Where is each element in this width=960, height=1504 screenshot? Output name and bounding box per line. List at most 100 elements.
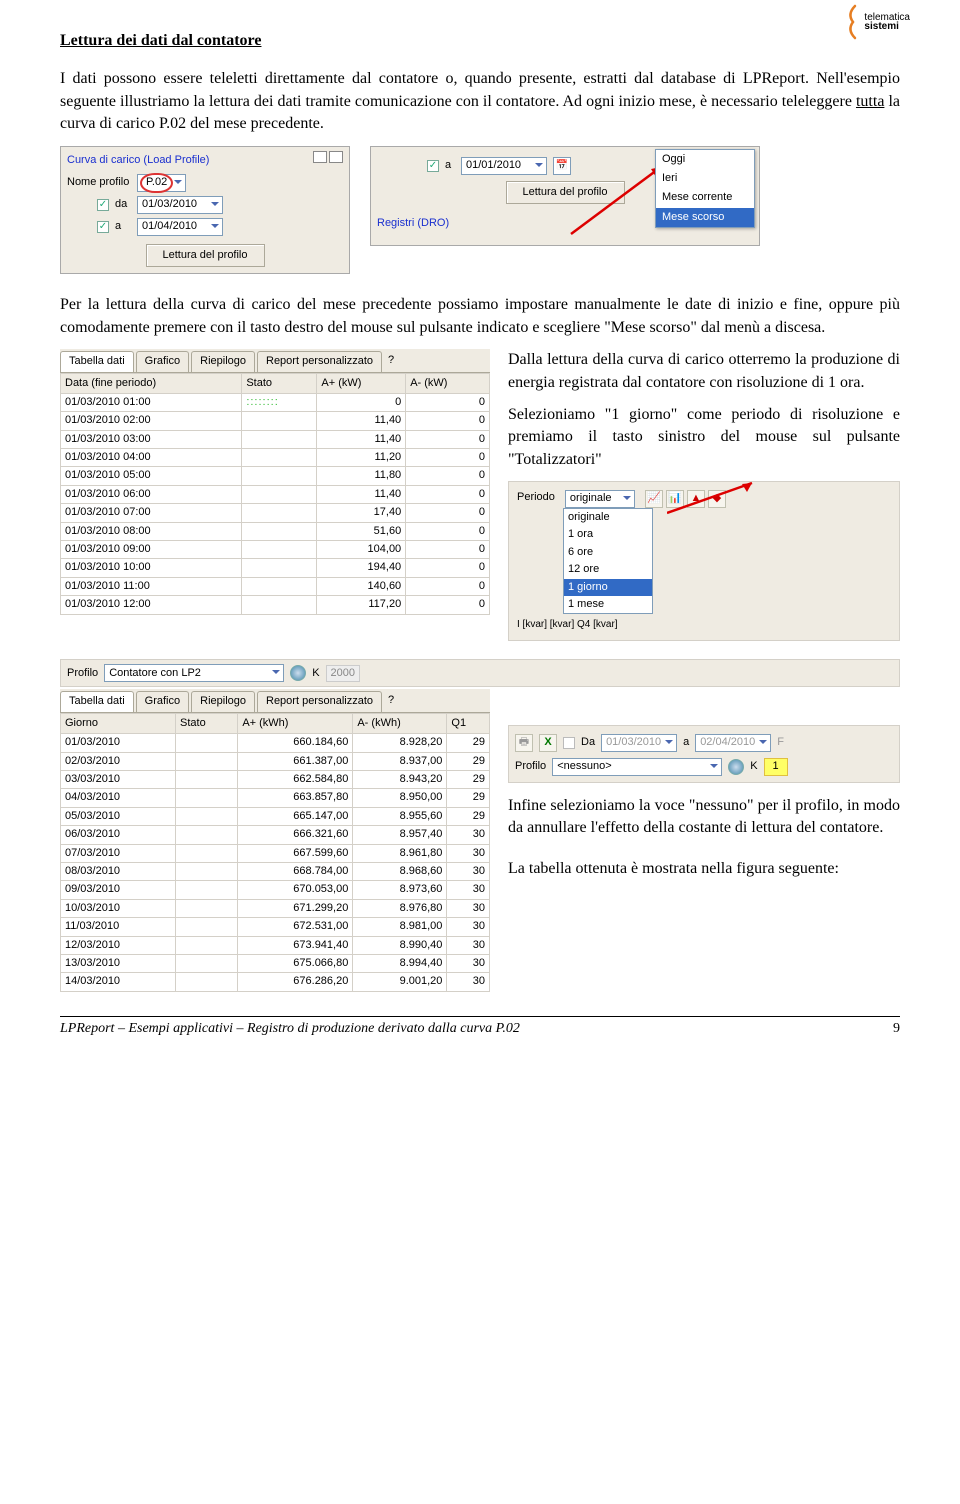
a-label-3: a bbox=[683, 735, 689, 750]
col-data[interactable]: Data (fine periodo) bbox=[61, 373, 242, 393]
globe-icon[interactable] bbox=[290, 665, 306, 681]
table-row[interactable]: 12/03/2010673.941,408.990,4030 bbox=[61, 936, 490, 954]
screenshot-periodo-panel: Periodo originale 📈 📊 ▲ ◆ originale 1 or… bbox=[508, 481, 900, 641]
opt-1giorno[interactable]: 1 giorno bbox=[564, 579, 652, 596]
tab-report-2[interactable]: Report personalizzato bbox=[257, 691, 382, 711]
periodo-footer: I [kvar] [kvar] Q4 [kvar] bbox=[517, 618, 891, 632]
table-row[interactable]: 04/03/2010663.857,808.950,0029 bbox=[61, 789, 490, 807]
table-row[interactable]: 09/03/2010670.053,008.973,6030 bbox=[61, 881, 490, 899]
col-stato[interactable]: Stato bbox=[242, 373, 317, 393]
tab-report[interactable]: Report personalizzato bbox=[257, 351, 382, 371]
opt-12ore[interactable]: 12 ore bbox=[564, 561, 652, 578]
profilo-select[interactable]: Contatore con LP2 bbox=[104, 664, 284, 682]
table-row[interactable]: 05/03/2010665.147,008.955,6029 bbox=[61, 807, 490, 825]
help-icon-2[interactable]: ? bbox=[384, 691, 398, 711]
tab-grafico-2[interactable]: Grafico bbox=[136, 691, 189, 711]
tab-grafico[interactable]: Grafico bbox=[136, 351, 189, 371]
menu-mese-scorso[interactable]: Mese scorso bbox=[656, 208, 754, 227]
col-aminus[interactable]: A- (kW) bbox=[406, 373, 490, 393]
da-date-3[interactable]: 01/03/2010 bbox=[601, 734, 677, 752]
da-date-input[interactable]: 01/03/2010 bbox=[137, 196, 223, 214]
table-row[interactable]: 14/03/2010676.286,209.001,2030 bbox=[61, 973, 490, 991]
tab-tabella-dati-2[interactable]: Tabella dati bbox=[60, 691, 134, 711]
table-row[interactable]: 08/03/2010668.784,008.968,6030 bbox=[61, 862, 490, 880]
tab-tabella-dati[interactable]: Tabella dati bbox=[60, 351, 134, 371]
brand-logo: telematica sistemi bbox=[843, 4, 910, 40]
date-context-menu[interactable]: Oggi Ieri Mese corrente Mese scorso bbox=[655, 149, 755, 229]
periodo-listbox[interactable]: originale 1 ora 6 ore 12 ore 1 giorno 1 … bbox=[563, 508, 653, 614]
screenshot-profile-toolbar: 🖶 X ✓ Da 01/03/2010 a 02/04/2010 F Profi… bbox=[508, 725, 900, 783]
col-q1[interactable]: Q1 bbox=[447, 713, 490, 733]
table-row[interactable]: 07/03/2010667.599,608.961,8030 bbox=[61, 844, 490, 862]
k-label: K bbox=[312, 666, 319, 681]
table-row[interactable]: 01/03/2010 03:0011,400 bbox=[61, 430, 490, 448]
tab-bar-1: Tabella dati Grafico Riepilogo Report pe… bbox=[60, 349, 490, 372]
table-row[interactable]: 01/03/2010 05:0011,800 bbox=[61, 467, 490, 485]
help-icon[interactable]: ? bbox=[384, 351, 398, 371]
daily-data-table: Giorno Stato A+ (kWh) A- (kWh) Q1 01/03/… bbox=[60, 713, 490, 992]
periodo-label: Periodo bbox=[517, 490, 555, 505]
lettura-profilo-button-2[interactable]: Lettura del profilo bbox=[506, 181, 625, 204]
col-aplus[interactable]: A+ (kW) bbox=[317, 373, 406, 393]
table-row[interactable]: 13/03/2010675.066,808.994,4030 bbox=[61, 954, 490, 972]
opt-1mese[interactable]: 1 mese bbox=[564, 596, 652, 613]
a-label-2: a bbox=[445, 158, 455, 173]
a-checkbox-2[interactable]: ✓ bbox=[427, 160, 439, 172]
calendar-icon[interactable]: 📅 bbox=[553, 157, 571, 175]
list-icon[interactable] bbox=[329, 151, 343, 163]
excel-icon[interactable]: X bbox=[539, 734, 557, 752]
table-row[interactable]: 01/03/2010 01:00::::::::00 bbox=[61, 393, 490, 411]
section-heading: Lettura dei dati dal contatore bbox=[60, 30, 900, 52]
profile-selector-row: Profilo Contatore con LP2 K 2000 bbox=[60, 659, 900, 687]
menu-mese-corrente[interactable]: Mese corrente bbox=[656, 188, 754, 207]
a-date-input-2[interactable]: 01/01/2010 bbox=[461, 157, 547, 175]
da-label-3: Da bbox=[581, 735, 595, 750]
table-row[interactable]: 06/03/2010666.321,608.957,4030 bbox=[61, 826, 490, 844]
tab-riepilogo-2[interactable]: Riepilogo bbox=[191, 691, 255, 711]
opt-originale[interactable]: originale bbox=[564, 509, 652, 526]
tab-bar-2: Tabella dati Grafico Riepilogo Report pe… bbox=[60, 689, 490, 712]
table-row[interactable]: 01/03/2010 08:0051,600 bbox=[61, 522, 490, 540]
da-checkbox[interactable]: ✓ bbox=[97, 199, 109, 211]
globe-icon-2[interactable] bbox=[728, 759, 744, 775]
table-row[interactable]: 01/03/2010 12:00117,200 bbox=[61, 596, 490, 614]
profilo-select-nessuno[interactable]: <nessuno> bbox=[552, 758, 722, 776]
table-row[interactable]: 01/03/2010 02:0011,400 bbox=[61, 412, 490, 430]
brand-curly-icon bbox=[843, 4, 861, 40]
intro-paragraph: I dati possono essere teleletti direttam… bbox=[60, 68, 900, 135]
table-row[interactable]: 11/03/2010672.531,008.981,0030 bbox=[61, 918, 490, 936]
table-row[interactable]: 01/03/2010 10:00194,400 bbox=[61, 559, 490, 577]
grid-icon[interactable] bbox=[313, 151, 327, 163]
a-date-input[interactable]: 01/04/2010 bbox=[137, 218, 223, 236]
print-icon[interactable]: 🖶 bbox=[515, 734, 533, 752]
nome-profilo-select[interactable]: P.02 bbox=[137, 174, 186, 192]
a-checkbox[interactable]: ✓ bbox=[97, 221, 109, 233]
col-aminus-kwh[interactable]: A- (kWh) bbox=[353, 713, 447, 733]
da-label: da bbox=[115, 197, 131, 212]
table-row[interactable]: 10/03/2010671.299,208.976,8030 bbox=[61, 899, 490, 917]
col-aplus-kwh[interactable]: A+ (kWh) bbox=[238, 713, 353, 733]
table-row[interactable]: 01/03/2010 09:00104,000 bbox=[61, 541, 490, 559]
da-checkbox-3[interactable]: ✓ bbox=[563, 737, 575, 749]
a-date-3[interactable]: 02/04/2010 bbox=[695, 734, 771, 752]
table-row[interactable]: 01/03/2010 07:0017,400 bbox=[61, 504, 490, 522]
k-value-highlight: 1 bbox=[764, 758, 788, 775]
periodo-select[interactable]: originale bbox=[565, 490, 635, 508]
paragraph-6: La tabella ottenuta è mostrata nella fig… bbox=[508, 858, 900, 880]
table-row[interactable]: 01/03/2010 04:0011,200 bbox=[61, 449, 490, 467]
table-row[interactable]: 01/03/2010 11:00140,600 bbox=[61, 577, 490, 595]
lettura-profilo-button[interactable]: Lettura del profilo bbox=[146, 244, 265, 267]
table-row[interactable]: 01/03/2010660.184,608.928,2029 bbox=[61, 734, 490, 752]
col-giorno[interactable]: Giorno bbox=[61, 713, 176, 733]
table-row[interactable]: 01/03/2010 06:0011,400 bbox=[61, 485, 490, 503]
menu-ieri[interactable]: Ieri bbox=[656, 169, 754, 188]
table-row[interactable]: 02/03/2010661.387,008.937,0029 bbox=[61, 752, 490, 770]
menu-oggi[interactable]: Oggi bbox=[656, 150, 754, 169]
chart-icon-1[interactable]: 📈 bbox=[645, 490, 663, 508]
opt-6ore[interactable]: 6 ore bbox=[564, 544, 652, 561]
table-row[interactable]: 03/03/2010662.584,808.943,2029 bbox=[61, 770, 490, 788]
col-stato-2[interactable]: Stato bbox=[176, 713, 238, 733]
tab-riepilogo[interactable]: Riepilogo bbox=[191, 351, 255, 371]
k-label-2: K bbox=[750, 759, 757, 774]
opt-1ora[interactable]: 1 ora bbox=[564, 526, 652, 543]
